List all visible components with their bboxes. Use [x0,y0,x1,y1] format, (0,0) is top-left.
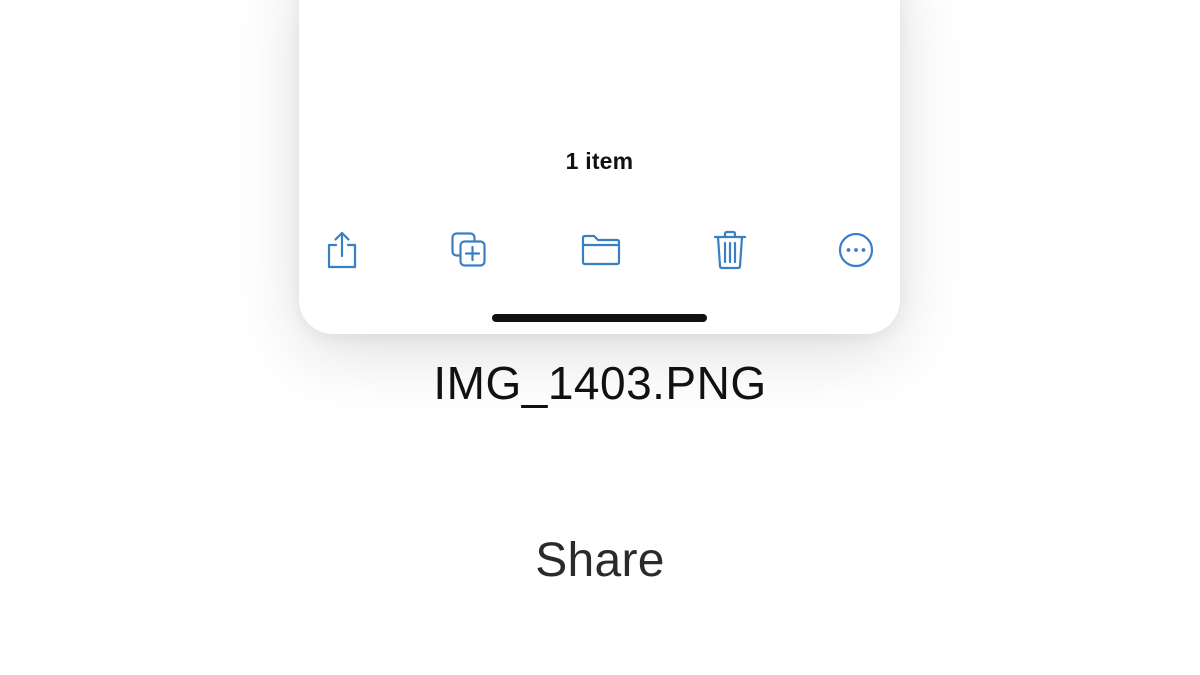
duplicate-icon [451,232,486,267]
duplicate-button[interactable] [444,225,494,275]
page: 1 item IMG_1403.PNG Share [0,0,1200,675]
more-icon [838,232,874,268]
share-button[interactable] [317,225,367,275]
file-name-label: IMG_1403.PNG [433,357,767,409]
bottom-toolbar [299,225,900,275]
move-to-folder-button[interactable] [576,225,626,275]
folder-icon [581,234,621,266]
delete-button[interactable] [705,225,755,275]
action-caption: Share [535,534,665,587]
more-options-button[interactable] [831,225,881,275]
trash-icon [713,230,747,270]
item-count-label: 1 item [565,148,634,174]
share-icon [327,231,357,269]
files-selection-sheet: 1 item [299,0,900,334]
home-indicator[interactable] [492,314,707,322]
